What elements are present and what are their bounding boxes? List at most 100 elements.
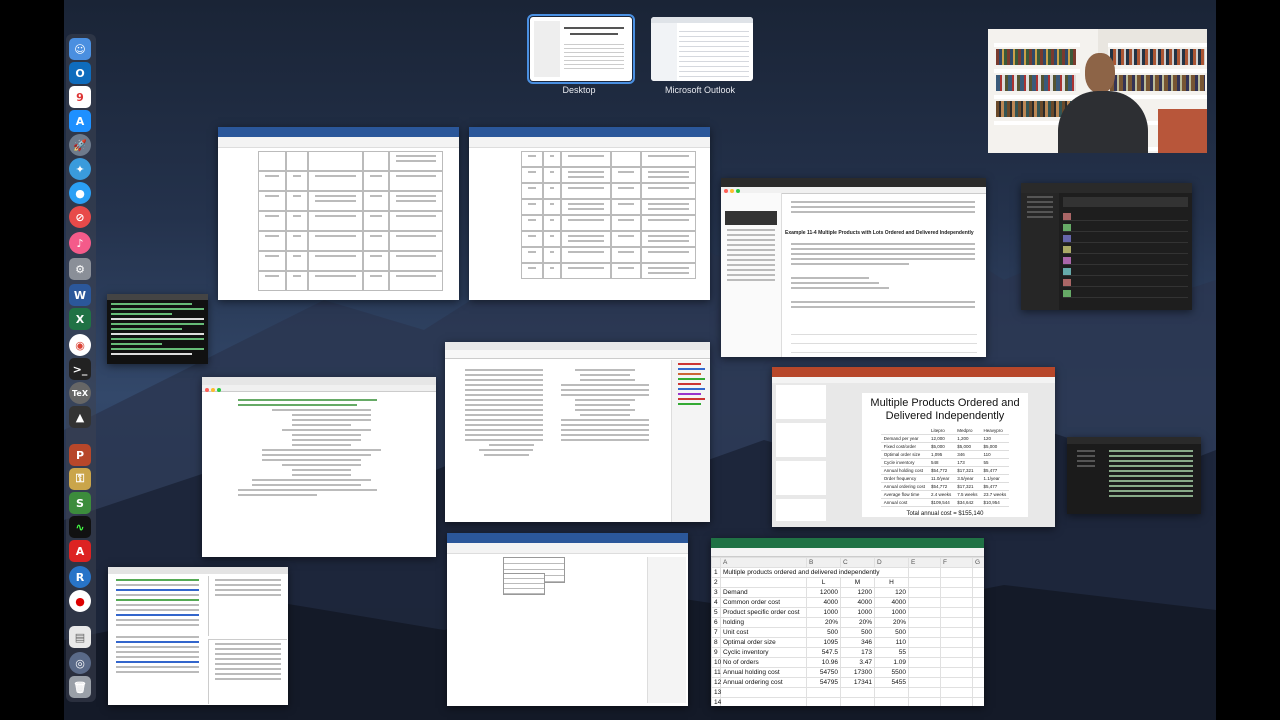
calendar-icon[interactable]: 9 (69, 86, 91, 108)
cell[interactable]: 20% (874, 617, 909, 628)
cell[interactable]: 1000 (840, 607, 875, 618)
word-window-schedule[interactable] (218, 127, 459, 300)
cell[interactable]: holding (720, 617, 807, 628)
excel-sheet[interactable]: A B C D E F G 1 Multiple products ordered… (711, 557, 984, 706)
cell[interactable]: 17341 (840, 677, 875, 688)
cell[interactable]: 17300 (840, 667, 875, 678)
cell[interactable]: 1.09 (874, 657, 909, 668)
cell[interactable]: 547.5 (806, 647, 841, 658)
cell[interactable]: 5455 (874, 677, 909, 688)
chrome-ebook-window[interactable]: Example 11-4 Multiple Products with Lots… (721, 178, 986, 357)
cell[interactable]: Unit cost (720, 627, 807, 638)
col-header[interactable]: C (840, 557, 875, 568)
cell[interactable]: 1200 (840, 587, 875, 598)
dark-list-window[interactable] (1067, 437, 1201, 514)
keychain-icon[interactable]: ⚿ (69, 468, 91, 490)
slide-canvas: Multiple Products Ordered and Delivered … (862, 393, 1028, 517)
cell[interactable]: Cyclic inventory (720, 647, 807, 658)
music-app-window[interactable] (1021, 183, 1192, 310)
documents-icon[interactable]: ▤ (69, 626, 91, 648)
cell[interactable]: 500 (840, 627, 875, 638)
presenter-head (1085, 53, 1115, 93)
slide-table: Litepro Medpro Heavypro Demand per year 12,… (880, 427, 1010, 507)
col-header[interactable]: G (972, 557, 984, 568)
cell[interactable]: 346 (840, 637, 875, 648)
table-row: 10 No of orders 10.96 3.47 1.09 (711, 657, 984, 668)
cell[interactable]: 4000 (874, 597, 909, 608)
app-store-icon[interactable]: A (69, 110, 91, 132)
cell[interactable]: 1000 (806, 607, 841, 618)
excel-icon[interactable]: X (69, 308, 91, 330)
rstudio-window[interactable] (108, 567, 288, 705)
presenter-shirt (1058, 91, 1148, 153)
cell[interactable]: 20% (806, 617, 841, 628)
word-window-syllabus[interactable] (469, 127, 710, 300)
messages-icon[interactable]: ● (69, 182, 91, 204)
music-icon[interactable]: ♪ (69, 232, 91, 254)
cell[interactable]: L (806, 577, 841, 588)
acrobat-icon[interactable]: A (69, 540, 91, 562)
cell[interactable]: M (840, 577, 875, 588)
cell[interactable]: 4000 (840, 597, 875, 608)
word-window-document[interactable] (447, 533, 688, 706)
cell[interactable]: 5500 (874, 667, 909, 678)
latex-editor-window[interactable] (202, 377, 436, 557)
activity-monitor-icon[interactable]: ∿ (69, 516, 91, 538)
system-preferences-icon[interactable]: ⚙ (69, 258, 91, 280)
cell[interactable]: 54795 (806, 677, 841, 688)
excel-window[interactable]: A B C D E F G 1 Multiple products ordered… (711, 538, 984, 706)
cell[interactable]: 20% (840, 617, 875, 628)
col-header[interactable]: E (908, 557, 941, 568)
powerpoint-window[interactable]: Multiple Products Ordered and Delivered … (772, 367, 1055, 527)
cell[interactable]: 55 (874, 647, 909, 658)
cell[interactable]: No of orders (720, 657, 807, 668)
cell[interactable]: 173 (840, 647, 875, 658)
downloads-icon[interactable]: ◎ (69, 652, 91, 674)
cell[interactable]: H (874, 577, 909, 588)
word-icon[interactable]: W (69, 284, 91, 306)
col-header[interactable]: D (874, 557, 909, 568)
cell[interactable]: 110 (874, 637, 909, 648)
cell[interactable]: 1000 (874, 607, 909, 618)
cell[interactable]: 500 (806, 627, 841, 638)
powerpoint-icon[interactable]: P (69, 444, 91, 466)
col-header[interactable]: B (806, 557, 841, 568)
cell[interactable]: Common order cost (720, 597, 807, 608)
acrobat-pdf-window[interactable] (445, 342, 710, 522)
finder-icon[interactable]: ☺ (69, 38, 91, 60)
launchpad-icon[interactable]: 🚀 (69, 134, 91, 156)
terminal-window[interactable] (107, 294, 208, 364)
cell[interactable]: 12000 (806, 587, 841, 598)
safari-icon[interactable]: ✦ (69, 158, 91, 180)
cell[interactable]: Product specific order cost (720, 607, 807, 618)
cell[interactable]: Demand (720, 587, 807, 598)
cell[interactable]: 3.47 (840, 657, 875, 668)
r-icon[interactable]: R (69, 566, 91, 588)
slide-total: Total annual cost = $155,140 (906, 511, 984, 517)
col-header[interactable]: F (940, 557, 973, 568)
space-desktop-thumbnail[interactable] (527, 14, 635, 84)
space-outlook-thumbnail[interactable] (651, 17, 753, 81)
col-header[interactable]: A (720, 557, 807, 568)
cell[interactable]: Annual holding cost (720, 667, 807, 678)
cell[interactable]: 1095 (806, 637, 841, 648)
chrome-icon[interactable]: ◉ (69, 334, 91, 356)
record-icon[interactable]: ● (69, 590, 91, 612)
trash-icon[interactable]: 🗑 (69, 676, 91, 698)
sheet-title[interactable]: Multiple products ordered and delivered … (720, 567, 909, 578)
cell[interactable]: Optimal order size (720, 637, 807, 648)
tex-icon[interactable]: TeX (69, 382, 91, 404)
cell[interactable]: Annual ordering cost (720, 677, 807, 688)
slide-title-line1: Multiple Products Ordered and (870, 397, 1020, 409)
cell[interactable]: 500 (874, 627, 909, 638)
cell[interactable]: 54750 (806, 667, 841, 678)
alfred-icon[interactable]: ▲ (69, 406, 91, 428)
outlook-icon[interactable]: O (69, 62, 91, 84)
cell[interactable]: 4000 (806, 597, 841, 608)
webcam-overlay (988, 29, 1207, 153)
cell[interactable]: 10.96 (806, 657, 841, 668)
terminal-icon[interactable]: >_ (69, 358, 91, 380)
cell[interactable]: 120 (874, 587, 909, 598)
scrivener-icon[interactable]: S (69, 492, 91, 514)
news-icon[interactable]: ⊘ (69, 206, 91, 228)
